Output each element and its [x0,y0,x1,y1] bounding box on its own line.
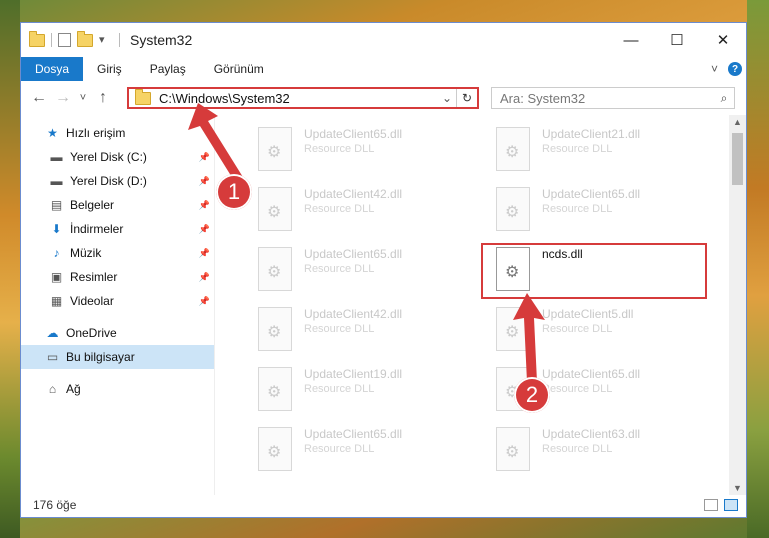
step-marker-2: 2 [514,377,550,413]
annotation-arrows [188,103,545,382]
arrow-2-icon [513,293,545,382]
step-marker-1: 1 [216,174,252,210]
